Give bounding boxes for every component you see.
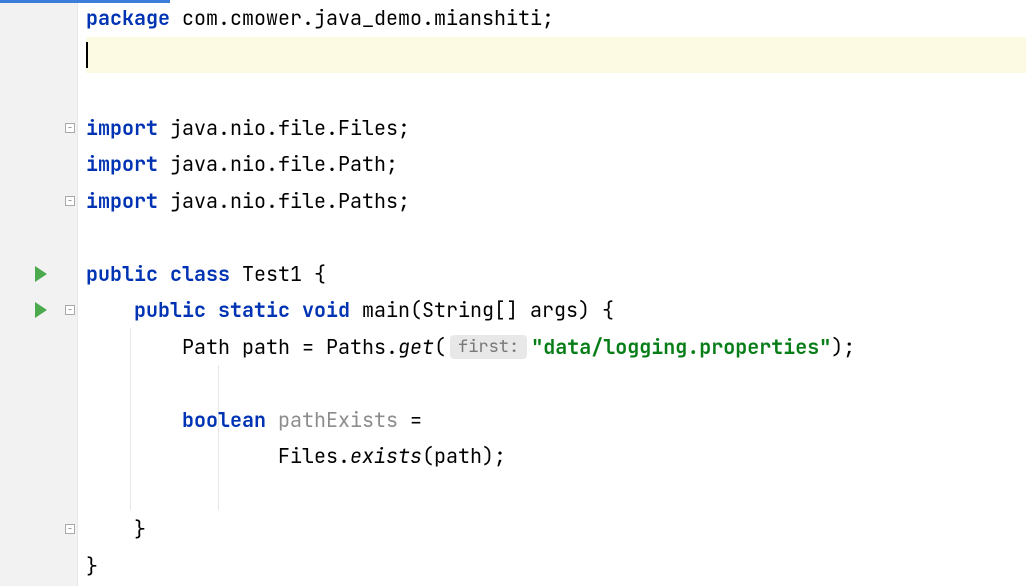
code-line[interactable]: } (86, 511, 1026, 548)
method-call: exists (350, 443, 422, 469)
unused-variable: pathExists (266, 407, 398, 433)
keyword-public: public (86, 261, 158, 287)
fold-icon[interactable] (65, 123, 75, 133)
keyword-static: static (218, 297, 290, 323)
fold-icon[interactable] (65, 524, 75, 534)
code-line[interactable]: package com.cmower.java_demo.mianshiti; (86, 0, 1026, 37)
code-line-empty[interactable] (86, 73, 1026, 110)
code-editor[interactable]: package com.cmower.java_demo.mianshiti; … (78, 0, 1026, 586)
method-signature: main(String[] args) { (350, 297, 614, 323)
fold-icon[interactable] (65, 196, 75, 206)
keyword-import: import (86, 188, 158, 214)
keyword-import: import (86, 151, 158, 177)
parameter-hint: first: (450, 335, 527, 359)
keyword-import: import (86, 115, 158, 141)
keyword-class: class (170, 261, 230, 287)
run-class-icon[interactable] (35, 266, 47, 282)
code-line-empty[interactable] (86, 219, 1026, 256)
fold-icon[interactable] (65, 305, 75, 315)
keyword-package: package (86, 5, 170, 31)
code-line[interactable]: import java.nio.file.Paths; (86, 183, 1026, 220)
close-brace: } (86, 516, 146, 542)
code-line-empty[interactable] (86, 365, 1026, 402)
class-declaration: Test1 { (230, 261, 326, 287)
code-text: Path path = Paths. (86, 334, 398, 360)
code-line[interactable]: boolean pathExists = (86, 402, 1026, 439)
import-path: java.nio.file.Files; (158, 115, 410, 141)
code-line[interactable]: import java.nio.file.Path; (86, 146, 1026, 183)
import-path: java.nio.file.Path; (158, 151, 398, 177)
string-literal: "data/logging.properties" (531, 334, 831, 360)
code-line[interactable]: } (86, 548, 1026, 585)
code-text: Files. (86, 443, 350, 469)
run-method-icon[interactable] (35, 302, 47, 318)
package-path: com.cmower.java_demo.mianshiti; (170, 5, 554, 31)
text-caret (86, 42, 88, 68)
keyword-public: public (134, 297, 206, 323)
code-line-empty[interactable] (86, 475, 1026, 512)
code-line-current[interactable] (86, 37, 1026, 74)
method-call: get (398, 334, 434, 360)
code-line[interactable]: public static void main(String[] args) { (86, 292, 1026, 329)
keyword-void: void (302, 297, 350, 323)
code-line[interactable]: import java.nio.file.Files; (86, 110, 1026, 147)
import-path: java.nio.file.Paths; (158, 188, 410, 214)
close-brace: } (86, 553, 98, 579)
keyword-boolean: boolean (182, 407, 266, 433)
editor-gutter (0, 0, 78, 586)
code-line[interactable]: Files.exists(path); (86, 438, 1026, 475)
code-line[interactable]: Path path = Paths.get(first:"data/loggin… (86, 329, 1026, 366)
code-line[interactable]: public class Test1 { (86, 256, 1026, 293)
